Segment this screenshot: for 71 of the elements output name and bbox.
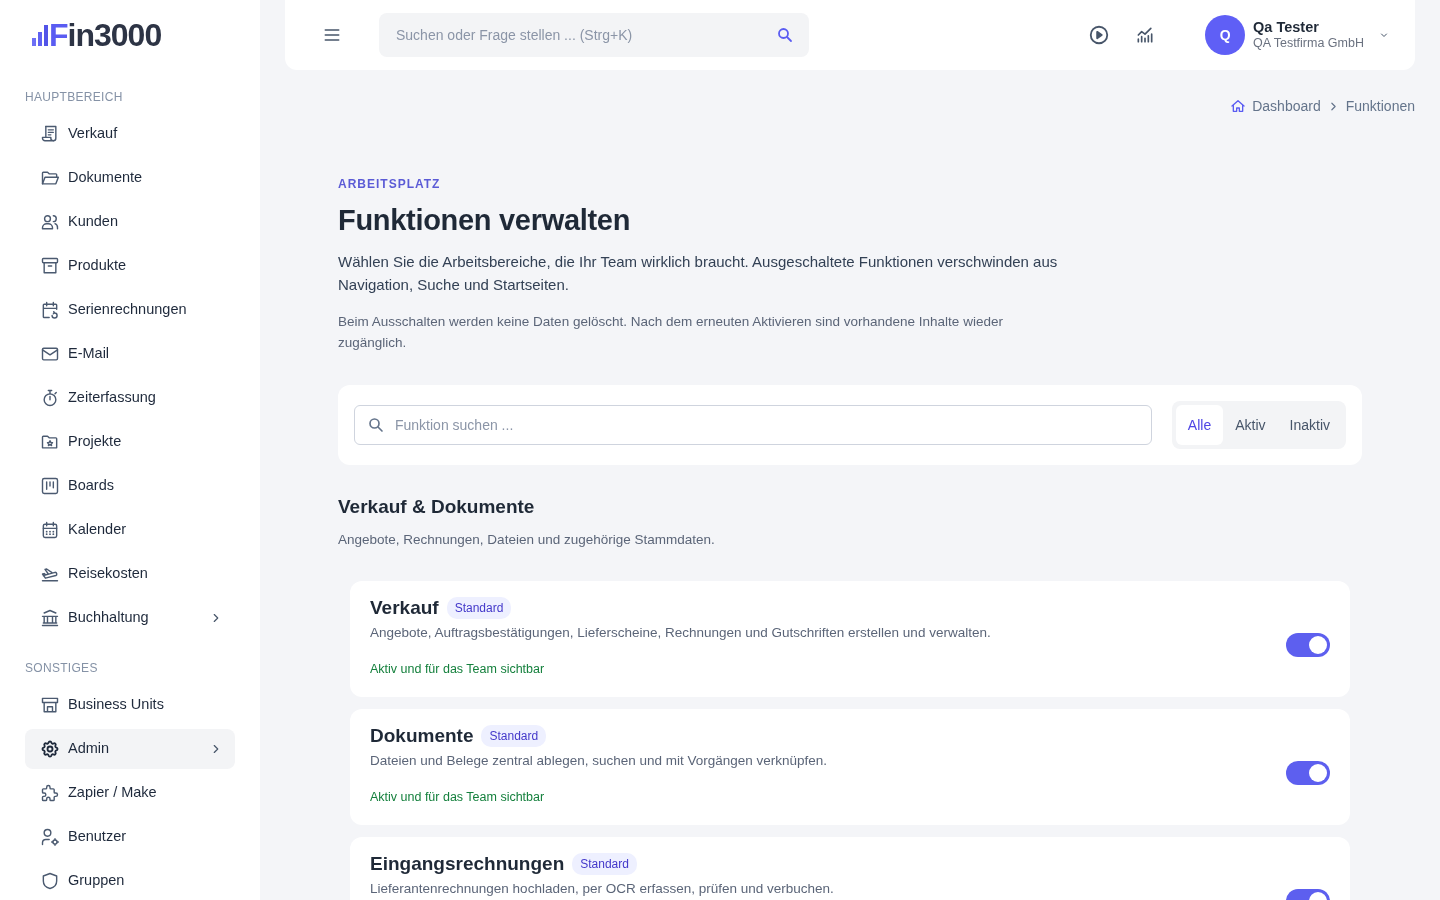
calendar-repeat-icon [40,300,60,320]
sidebar-item[interactable]: Produkte [25,246,235,286]
note-text: Beim Ausschalten werden keine Daten gelöscht. Nach dem erneuten Aktivieren sind vorhandene Inhalte wieder zugänglich. [338,313,1004,352]
sidebar-item[interactable]: Boards [25,466,235,506]
brand-name: Fin3000 [49,19,162,51]
user-name: Qa Tester [1253,19,1320,36]
gear-icon [40,739,60,759]
search-icon [367,416,385,434]
sidebar-item[interactable]: Kunden [25,202,235,242]
feature-tag: Standard [446,597,512,619]
feature-tag: Standard [481,725,547,747]
user-avatar[interactable]: Q [1205,15,1246,55]
sidebar-item[interactable]: Kalender [25,510,235,550]
feature-description: Lieferantenrechnungen hochladen, per OCR erfassen, prüfen und verbuchen. [370,880,835,898]
global-search-field[interactable]: Suchen oder Frage stellen ... (Strg+K) [379,13,809,57]
breadcrumb-link[interactable]: Dashboard [1252,95,1321,117]
filter-tab[interactable]: Inaktiv [1277,405,1342,445]
company-name: QA Testfirma GmbH [1253,36,1364,51]
feature-search-field[interactable]: Funktion suchen ... [354,405,1152,445]
sidebar-item[interactable]: Reisekosten [25,554,235,594]
puzzle-icon [40,783,60,803]
sidebar-item[interactable]: Zeiterfassung [25,378,235,418]
intro-text: Wählen Sie die Arbeitsbereiche, die Ihr Team wirklich braucht. Ausgeschaltete Funktionen verschwinden aus Navigation, Suche und Startseiten. [338,252,1059,295]
sidebar-item[interactable]: Projekte [25,422,235,462]
sidebar-item[interactable]: Serienrechnungen [25,290,235,330]
section-label: HAUPTBEREICH [25,90,123,104]
envelope-icon [40,344,60,364]
feature-title: Verkauf [370,597,439,619]
search-icon[interactable] [776,26,794,44]
sidebar-item[interactable]: Verkauf [25,114,235,154]
receipt-icon [40,124,60,144]
sidebar-item[interactable]: Buchhaltung [25,598,235,638]
user-gear-icon [40,827,60,847]
board-icon [40,476,60,496]
feature-toggle[interactable] [1286,633,1330,657]
breadcrumb-current: Funktionen [1345,96,1415,116]
filter-tab[interactable]: Aktiv [1223,405,1278,445]
sidebar-item[interactable]: Admin [25,729,235,769]
sidebar-item[interactable]: Gruppen [25,861,235,900]
feature-description: Dateien und Belege zentral ablegen, suchen und mit Vorgängen verknüpfen. [370,752,829,770]
feature-status: Aktiv und für das Team sichtbar [370,661,546,678]
feature-tag: Standard [572,853,637,875]
store-icon [40,695,60,715]
sidebar-item[interactable]: Dokumente [25,158,235,198]
filter-tab[interactable]: Alle [1175,405,1224,445]
feature-description: Angebote, Auftragsbestätigungen, Lieferscheine, Rechnungen und Gutschriften erstellen und verwalten. [370,624,992,642]
stopwatch-icon [40,388,60,408]
sidebar-item[interactable]: E-Mail [25,334,235,374]
bank-icon [40,608,60,628]
group-description: Angebote, Rechnungen, Dateien und zugehörige Stammdaten. [338,531,716,549]
bars-logo-icon [32,24,48,46]
sidebar-item[interactable]: Benutzer [25,817,235,857]
eyebrow-label: ARBEITSPLATZ [338,177,442,191]
sidebar-item[interactable]: Business Units [25,685,235,725]
play-circle-icon[interactable] [1088,24,1111,46]
page-title: Funktionen verwalten [338,203,632,237]
calendar-icon [40,520,60,540]
users-icon [40,212,60,232]
folder-star-icon [40,432,60,452]
sidebar-item[interactable]: Zapier / Make [25,773,235,813]
shield-icon [40,871,60,891]
feature-status: Aktiv und für das Team sichtbar [370,789,546,806]
section-label: SONSTIGES [25,661,98,675]
feature-title: Dokumente [370,725,474,747]
feature-title: Eingangsrechnungen [370,853,565,875]
feature-toggle[interactable] [1286,761,1330,785]
archive-icon [40,256,60,276]
home-icon[interactable] [1230,98,1247,114]
group-title: Verkauf & Dokumente [338,496,536,518]
folder-icon [40,168,60,188]
chart-icon[interactable] [1135,25,1156,45]
